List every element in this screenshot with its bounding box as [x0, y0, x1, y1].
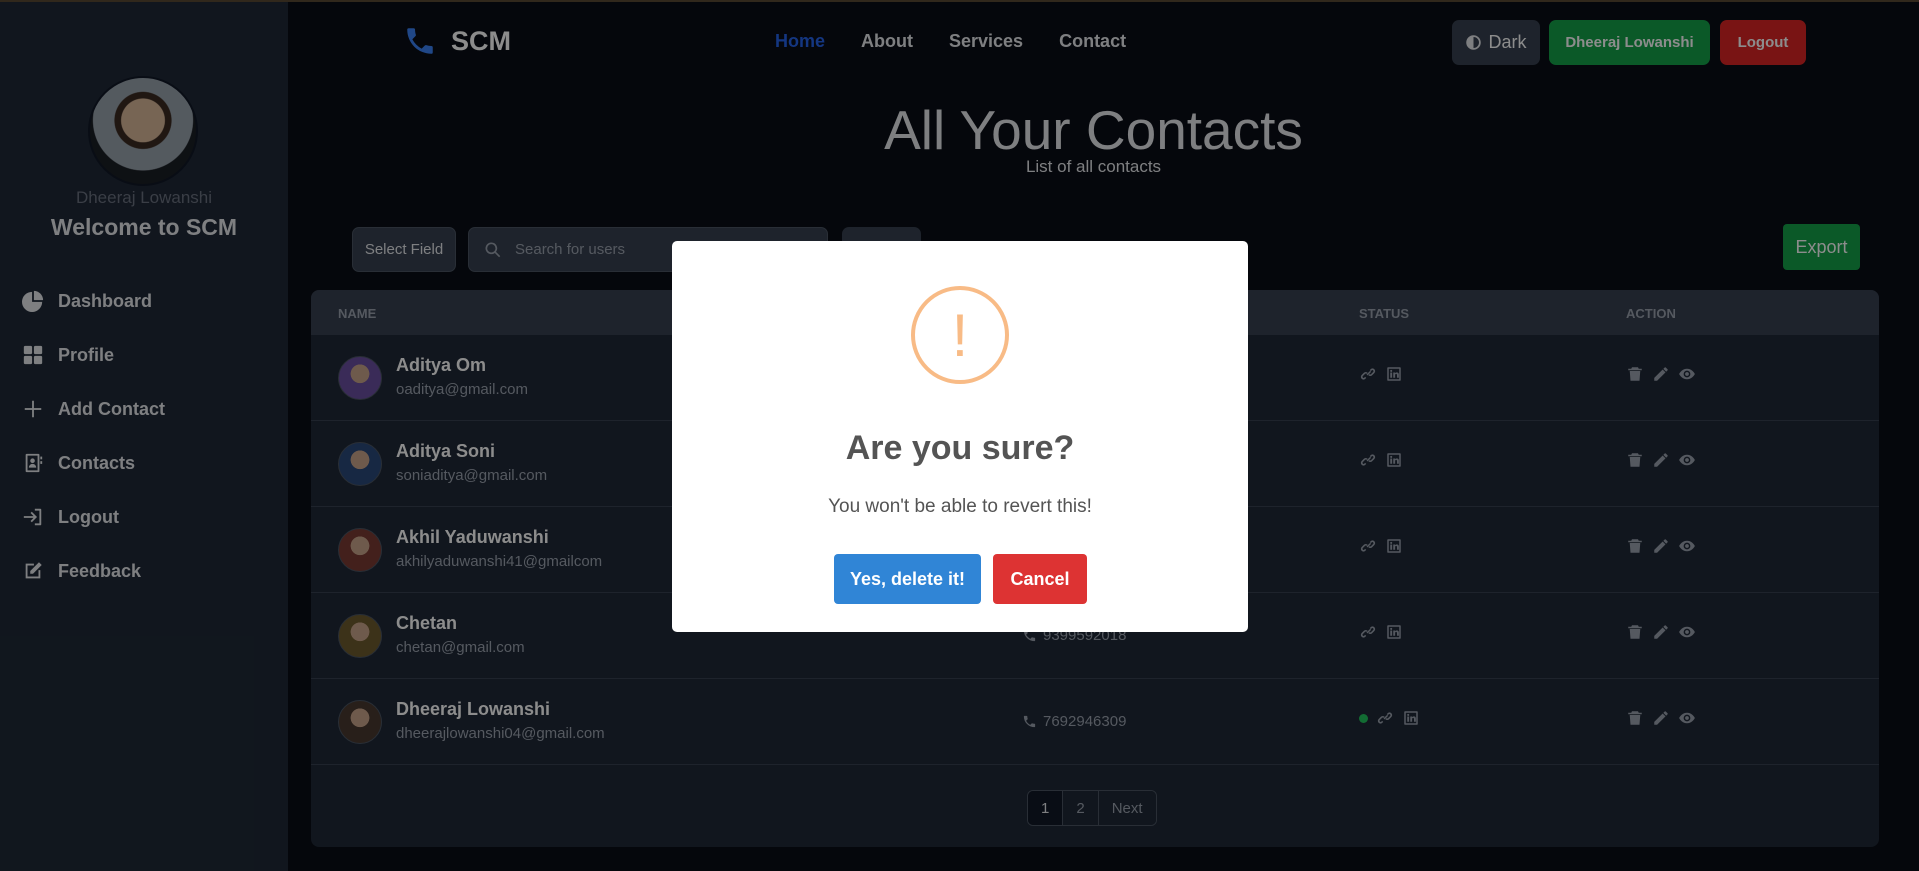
dialog-message: You won't be able to revert this! — [828, 496, 1092, 517]
cancel-button[interactable]: Cancel — [993, 554, 1087, 604]
confirm-delete-button[interactable]: Yes, delete it! — [834, 554, 981, 604]
warning-icon: ! — [911, 286, 1009, 384]
dialog-title: Are you sure? — [845, 429, 1075, 467]
confirm-dialog: ! Are you sure? You won't be able to rev… — [672, 241, 1248, 632]
